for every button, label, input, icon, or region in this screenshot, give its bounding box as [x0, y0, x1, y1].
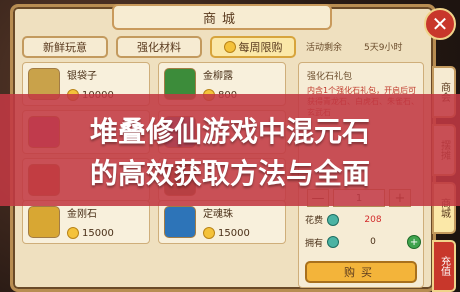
add-currency-button[interactable]: +: [407, 235, 422, 249]
tab-weekly-limited[interactable]: 每周限购: [210, 36, 296, 58]
cost-row: 花费 208: [305, 213, 403, 226]
item-name: 定魂珠: [203, 209, 233, 220]
side-tab-recharge[interactable]: 充值: [432, 240, 456, 292]
remain-label: 活动剩余: [306, 43, 343, 53]
coin-icon: [203, 227, 215, 239]
item-price-value: 15000: [82, 227, 114, 239]
owned-value: 0: [370, 237, 376, 247]
overlay-headline-line2: 的高效获取方法与全面: [89, 157, 370, 190]
soul-pearl-icon: [164, 206, 196, 238]
item-name: 金刚石: [67, 209, 97, 220]
cost-value: 208: [364, 214, 382, 225]
item-price-value: 15000: [218, 227, 250, 239]
tab-label: 新鲜玩意: [43, 41, 87, 54]
item-name: 金柳露: [203, 71, 233, 82]
shop-tabs: 新鲜玩意 强化材料 每周限购: [22, 36, 296, 58]
window-title: 商城: [202, 11, 241, 27]
item-card[interactable]: 金刚石 15000: [22, 200, 150, 244]
item-price: 15000: [203, 227, 250, 239]
diamond-icon: [28, 206, 60, 238]
owned-row: 拥有 0 +: [305, 235, 422, 249]
tab-label: 每周限购: [238, 41, 283, 54]
remain-value: 5天9小时: [364, 43, 403, 53]
item-card[interactable]: 定魂珠 15000: [158, 200, 286, 244]
overlay-headline-line1: 堆叠修仙游戏中混元石: [89, 115, 370, 148]
item-price: 15000: [67, 227, 114, 239]
coin-icon: [67, 227, 79, 239]
tab-label: 强化材料: [137, 41, 181, 54]
clock-icon: [223, 41, 236, 53]
buy-button[interactable]: 购买: [305, 261, 417, 283]
close-button[interactable]: ✕: [424, 8, 456, 40]
tab-enhance-materials[interactable]: 强化材料: [116, 36, 202, 58]
tab-new-items[interactable]: 新鲜玩意: [22, 36, 108, 58]
owned-label: 拥有: [305, 238, 324, 249]
window-title-bar: 商城: [112, 4, 332, 30]
item-name: 银袋子: [67, 71, 97, 82]
cost-label: 花费: [305, 216, 324, 226]
gem-icon: [327, 213, 340, 226]
detail-title: 强化石礼包: [307, 72, 353, 82]
gem-icon: [327, 236, 340, 248]
